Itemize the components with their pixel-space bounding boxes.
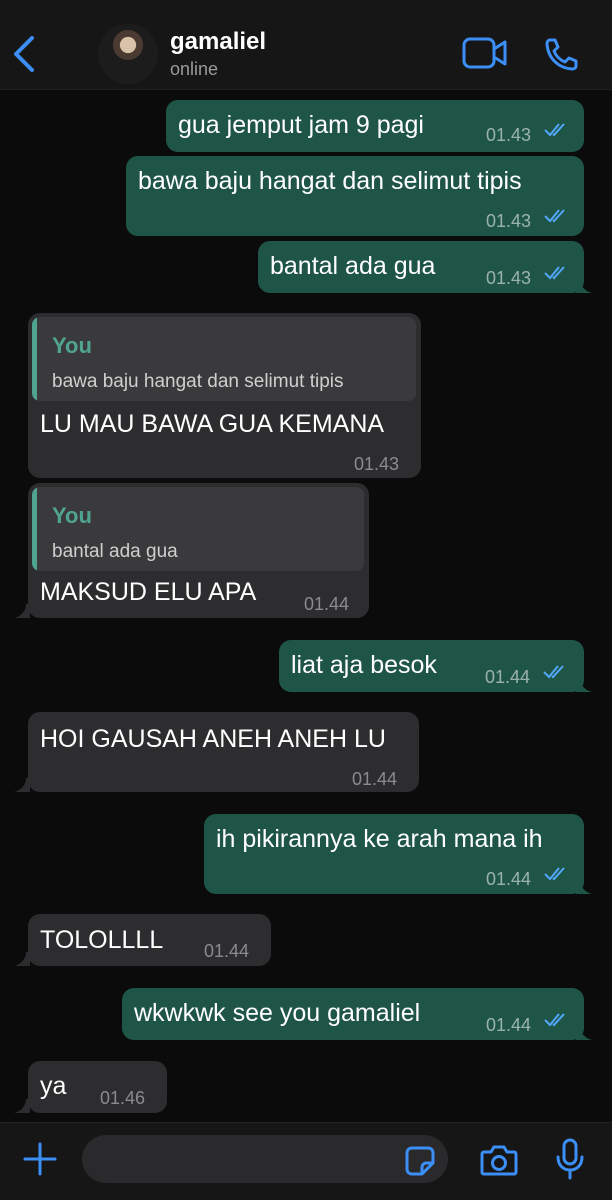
chat-header: gamaliel online [0, 0, 612, 90]
voice-call-button[interactable] [544, 36, 582, 72]
message-bubble-incoming[interactable]: You bawa baju hangat dan selimut tipis L… [28, 313, 421, 478]
message-bubble-incoming[interactable]: You bantal ada gua MAKSUD ELU APA 01.44 [14, 483, 369, 618]
contact-avatar[interactable] [98, 24, 158, 84]
message-bubble-outgoing[interactable]: bantal ada gua 01.43 [258, 241, 592, 293]
video-call-button[interactable] [462, 36, 508, 70]
message-text: gua jemput jam 9 pagi [178, 111, 424, 139]
message-text: ya [40, 1072, 67, 1100]
message-input[interactable] [82, 1135, 448, 1183]
message-time: 01.44 [352, 769, 398, 789]
message-time: 01.44 [304, 594, 350, 614]
double-check-icon [544, 123, 565, 137]
message-time: 01.43 [486, 268, 532, 288]
message-bubble-incoming[interactable]: ya 01.46 [14, 1061, 167, 1113]
message-bubble-incoming[interactable]: TOLOLLLL 01.44 [14, 914, 271, 966]
bubble-tail [576, 1026, 592, 1040]
quote-bar [32, 317, 37, 401]
camera-icon [480, 1145, 518, 1176]
attach-button[interactable] [22, 1141, 58, 1177]
reply-quote[interactable]: You bawa baju hangat dan selimut tipis [32, 317, 416, 401]
message-bubble-incoming[interactable]: HOI GAUSAH ANEH ANEH LU 01.44 [14, 712, 419, 792]
bubble-tail [576, 279, 592, 293]
message-bubble-outgoing[interactable]: gua jemput jam 9 pagi 01.43 [166, 100, 584, 152]
message-text: liat aja besok [291, 651, 437, 679]
contact-name[interactable]: gamaliel [170, 28, 266, 56]
sticker-icon [405, 1146, 435, 1176]
message-bubble-outgoing[interactable]: liat aja besok 01.44 [279, 640, 592, 692]
message-time: 01.44 [204, 941, 250, 961]
double-check-icon [544, 209, 565, 223]
message-bubble-outgoing[interactable]: bawa baju hangat dan selimut tipis 01.43 [126, 156, 584, 236]
plus-icon [23, 1142, 57, 1176]
microphone-button[interactable] [554, 1137, 586, 1181]
double-check-icon [543, 665, 564, 679]
back-button[interactable] [10, 34, 40, 74]
message-time: 01.46 [100, 1088, 146, 1108]
message-bubble-outgoing[interactable]: wkwkwk see you gamaliel 01.44 [122, 988, 592, 1040]
bubble-tail [14, 952, 30, 966]
message-time: 01.44 [485, 667, 531, 687]
camera-button[interactable] [480, 1143, 518, 1177]
bubble-tail [576, 880, 592, 894]
message-time: 01.43 [354, 454, 400, 474]
bubble-tail [14, 778, 30, 792]
message-time: 01.43 [486, 211, 532, 231]
message-text: ih pikirannya ke arah mana ih [216, 825, 543, 853]
composer-bar [0, 1122, 612, 1200]
message-time: 01.44 [486, 1015, 532, 1035]
quote-text: bantal ada gua [52, 541, 178, 562]
double-check-icon [544, 867, 565, 881]
message-text: HOI GAUSAH ANEH ANEH LU [40, 725, 386, 753]
quote-author: You [52, 333, 92, 358]
message-text: MAKSUD ELU APA [40, 578, 257, 606]
message-text: LU MAU BAWA GUA KEMANA [40, 410, 385, 438]
phone-icon [545, 38, 578, 71]
message-time: 01.43 [486, 125, 532, 145]
message-text: bawa baju hangat dan selimut tipis [138, 167, 522, 195]
quote-author: You [52, 503, 92, 528]
bubble-tail [14, 1099, 30, 1113]
double-check-icon [544, 266, 565, 280]
quote-text: bawa baju hangat dan selimut tipis [52, 371, 344, 392]
reply-quote[interactable]: You bantal ada gua [32, 487, 364, 571]
bubble-tail [14, 604, 30, 618]
contact-status: online [170, 59, 219, 79]
message-text: bantal ada gua [270, 252, 436, 280]
double-check-icon [544, 1013, 565, 1027]
message-text: wkwkwk see you gamaliel [134, 999, 421, 1027]
microphone-icon [556, 1138, 584, 1180]
video-camera-icon [462, 37, 507, 69]
sticker-button[interactable] [404, 1145, 436, 1177]
chevron-left-icon [14, 36, 34, 72]
quote-bar [32, 487, 37, 571]
message-time: 01.44 [486, 869, 532, 889]
message-text: TOLOLLLL [40, 926, 164, 954]
message-bubble-outgoing[interactable]: ih pikirannya ke arah mana ih 01.44 [204, 814, 592, 894]
bubble-tail [576, 678, 592, 692]
